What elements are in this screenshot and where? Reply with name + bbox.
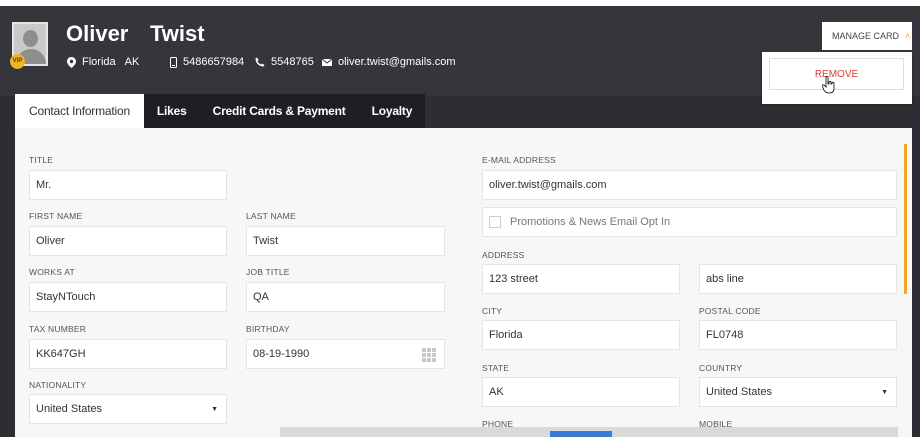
scrollbar[interactable] <box>904 144 907 294</box>
tab-credit-cards-payment[interactable]: Credit Cards & Payment <box>199 94 359 128</box>
tax-number-label: TAX NUMBER <box>29 324 87 334</box>
first-name-field[interactable]: Oliver <box>29 226 227 256</box>
nationality-value: United States <box>36 403 103 415</box>
address-line1-field[interactable]: 123 street <box>482 264 680 294</box>
works-at-field[interactable]: StayNTouch <box>29 282 227 312</box>
remove-card-button[interactable]: REMOVE <box>769 58 904 90</box>
guest-state: AK <box>124 56 140 68</box>
guest-location: Florida AK <box>67 56 139 68</box>
phone-icon <box>255 57 265 67</box>
caret-down-icon: ▼ <box>881 388 888 396</box>
birthday-label: BIRTHDAY <box>246 324 290 334</box>
calendar-icon[interactable] <box>422 348 436 362</box>
city-field[interactable]: Florida <box>482 320 680 350</box>
tab-loyalty[interactable]: Loyalty <box>358 94 426 128</box>
address-line2-field[interactable]: abs line <box>699 264 897 294</box>
tab-contact-information[interactable]: Contact Information <box>15 94 144 128</box>
mobile-phone-icon <box>170 56 177 68</box>
avatar-head <box>23 30 38 47</box>
promotions-opt-in[interactable]: Promotions & News Email Opt In <box>482 207 897 237</box>
guest-mobile: 5486657984 <box>170 56 244 68</box>
caret-down-icon: ▼ <box>211 405 218 413</box>
bottom-action-button[interactable] <box>550 431 612 437</box>
location-pin-icon <box>67 56 76 68</box>
guest-mobile-number: 5486657984 <box>183 56 245 68</box>
email-field[interactable]: oliver.twist@gmails.com <box>482 170 897 200</box>
country-label: COUNTRY <box>699 363 743 373</box>
chevron-up-icon: ˄ <box>905 31 911 41</box>
envelope-icon <box>322 58 332 66</box>
promotions-label: Promotions & News Email Opt In <box>510 216 671 228</box>
guest-city: Florida <box>82 56 116 68</box>
guest-phone-number: 5548765 <box>271 56 314 68</box>
birthday-value: 08-19-1990 <box>253 348 310 360</box>
nationality-label: NATIONALITY <box>29 380 87 390</box>
title-field[interactable]: Mr. <box>29 170 227 200</box>
state-label: STATE <box>482 363 510 373</box>
manage-card-label: MANAGE CARD <box>832 31 900 41</box>
country-value: United States <box>706 386 773 398</box>
postal-code-field[interactable]: FL0748 <box>699 320 897 350</box>
guest-last-name: Twist <box>150 21 205 46</box>
vip-badge: VIP <box>10 54 25 69</box>
promotions-checkbox[interactable] <box>489 216 501 228</box>
title-label: TITLE <box>29 155 54 165</box>
manage-card-dropdown: REMOVE <box>762 52 912 104</box>
last-name-label: LAST NAME <box>246 211 296 221</box>
tax-number-field[interactable]: KK647GH <box>29 339 227 369</box>
guest-first-name: Oliver <box>66 21 129 46</box>
tab-bar: Contact Information Likes Credit Cards &… <box>15 94 426 128</box>
guest-email: oliver.twist@gmails.com <box>322 56 456 68</box>
guest-email-address[interactable]: oliver.twist@gmails.com <box>338 56 456 68</box>
country-select[interactable]: United States ▼ <box>699 377 897 407</box>
job-title-field[interactable]: QA <box>246 282 445 312</box>
guest-phone: 5548765 <box>255 56 314 68</box>
contact-information-panel: TITLE Mr. FIRST NAME Oliver LAST NAME Tw… <box>15 128 912 437</box>
nationality-select[interactable]: United States ▼ <box>29 394 227 424</box>
email-label: E-MAIL ADDRESS <box>482 155 556 165</box>
hand-cursor-icon <box>822 76 835 94</box>
job-title-label: JOB TITLE <box>246 267 290 277</box>
postal-code-label: POSTAL CODE <box>699 306 761 316</box>
address-label: ADDRESS <box>482 250 525 260</box>
tab-likes[interactable]: Likes <box>143 94 200 128</box>
first-name-label: FIRST NAME <box>29 211 83 221</box>
city-label: CITY <box>482 306 503 316</box>
works-at-label: WORKS AT <box>29 267 75 277</box>
last-name-field[interactable]: Twist <box>246 226 445 256</box>
state-field[interactable]: AK <box>482 377 680 407</box>
manage-card-button[interactable]: MANAGE CARD ˄ <box>822 22 912 50</box>
birthday-field[interactable]: 08-19-1990 <box>246 339 445 369</box>
